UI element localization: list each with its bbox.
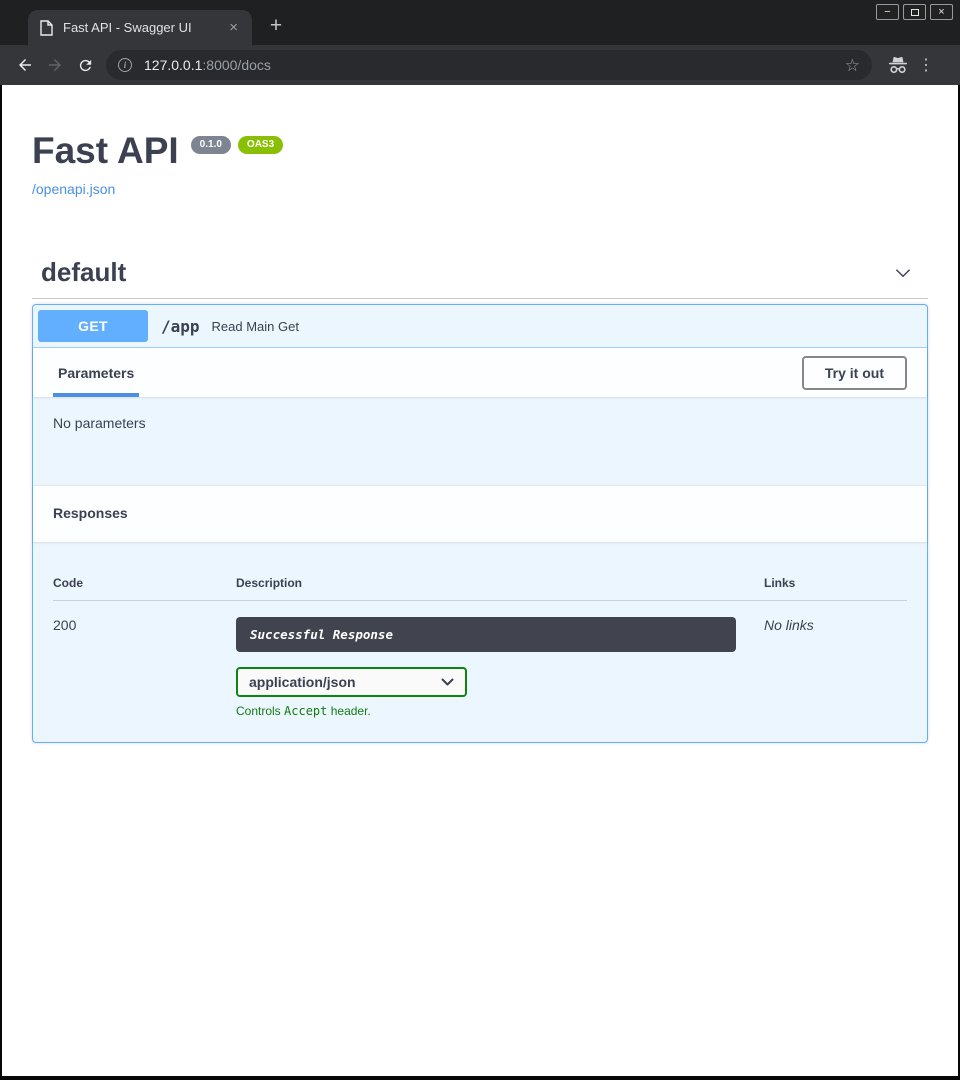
responses-table-header: Code Description Links — [53, 560, 907, 601]
new-tab-button[interactable]: + — [262, 12, 290, 40]
responses-body: Code Description Links 200 Successful Re… — [33, 542, 927, 742]
address-bar[interactable]: i 127.0.0.1:8000/docs ☆ — [106, 50, 872, 80]
responses-heading: Responses — [53, 505, 128, 521]
select-chevron-down-icon — [441, 678, 454, 687]
browser-menu-button[interactable]: ⋮ — [918, 55, 934, 75]
column-description: Description — [236, 576, 764, 590]
close-button[interactable]: × — [930, 4, 953, 20]
kebab-menu-icon: ⋮ — [918, 57, 934, 74]
chevron-down-icon[interactable] — [892, 262, 914, 284]
page-title: Fast API — [32, 132, 179, 169]
forward-icon — [46, 56, 64, 74]
column-links: Links — [764, 576, 907, 590]
tag-name: default — [41, 257, 126, 288]
response-code: 200 — [53, 617, 236, 718]
incognito-icon — [887, 55, 909, 75]
tag-divider — [32, 298, 928, 299]
reload-icon — [77, 57, 94, 74]
tag-header[interactable]: default — [32, 251, 928, 294]
try-it-out-button[interactable]: Try it out — [802, 356, 907, 390]
version-badge: 0.1.0 — [191, 136, 231, 154]
media-type-value: application/json — [249, 674, 356, 690]
parameters-body: No parameters — [33, 397, 927, 485]
operation-summary-text: Read Main Get — [212, 319, 299, 334]
back-icon — [16, 56, 34, 74]
incognito-indicator — [886, 55, 910, 75]
close-icon: × — [938, 7, 944, 18]
tag-section-default: default GET /app Read Main Get Parameter… — [32, 251, 928, 743]
tab-close-icon[interactable]: × — [225, 19, 242, 36]
maximize-button[interactable] — [903, 4, 926, 20]
browser-toolbar: i 127.0.0.1:8000/docs ☆ ⋮ — [0, 45, 960, 85]
accept-code: Accept — [284, 704, 327, 718]
parameters-header: Parameters Try it out — [33, 348, 927, 397]
bookmark-star-icon[interactable]: ☆ — [845, 57, 860, 74]
forward-button[interactable] — [40, 50, 70, 80]
no-links-text: No links — [764, 617, 814, 633]
response-row-200: 200 Successful Response application/json… — [53, 601, 907, 718]
response-description-text: Successful Response — [250, 627, 393, 642]
window-controls: − × — [876, 4, 953, 20]
site-info-icon[interactable]: i — [118, 58, 132, 72]
response-description-cell: Successful Response application/json Con… — [236, 617, 764, 718]
api-info: Fast API 0.1.0 OAS3 /openapi.json — [2, 85, 958, 199]
minimize-button[interactable]: − — [876, 4, 899, 20]
url-text[interactable]: 127.0.0.1:8000/docs — [144, 57, 271, 73]
url-path: :8000/docs — [202, 57, 271, 73]
opblock-get-app: GET /app Read Main Get Parameters Try it… — [32, 304, 928, 743]
media-type-select[interactable]: application/json — [236, 667, 467, 697]
column-code: Code — [53, 576, 236, 590]
openapi-spec-link[interactable]: /openapi.json — [32, 181, 115, 197]
responses-header: Responses — [33, 485, 927, 542]
parameters-label: Parameters — [58, 365, 134, 381]
swagger-page: Fast API 0.1.0 OAS3 /openapi.json defaul… — [2, 85, 958, 1076]
minimize-icon: − — [884, 7, 890, 18]
back-button[interactable] — [10, 50, 40, 80]
tab-parameters[interactable]: Parameters — [53, 348, 139, 397]
accept-header-note: Controls Accept header. — [236, 704, 736, 718]
operation-summary[interactable]: GET /app Read Main Get — [33, 305, 927, 348]
api-title-row: Fast API 0.1.0 OAS3 — [32, 132, 928, 169]
page-favicon-icon — [40, 20, 53, 36]
maximize-icon — [911, 9, 919, 16]
oas3-badge: OAS3 — [238, 136, 283, 154]
response-links-cell: No links — [764, 617, 907, 718]
reload-button[interactable] — [70, 50, 100, 80]
response-description-box: Successful Response — [236, 617, 736, 652]
no-parameters-text: No parameters — [53, 415, 146, 431]
operation-path: /app — [161, 317, 200, 336]
url-host: 127.0.0.1 — [144, 57, 202, 73]
plus-icon: + — [270, 14, 282, 38]
browser-tab[interactable]: Fast API - Swagger UI × — [28, 10, 252, 45]
tab-title: Fast API - Swagger UI — [63, 20, 225, 35]
browser-titlebar: Fast API - Swagger UI × + − × — [0, 0, 960, 45]
http-method-badge: GET — [38, 310, 148, 342]
